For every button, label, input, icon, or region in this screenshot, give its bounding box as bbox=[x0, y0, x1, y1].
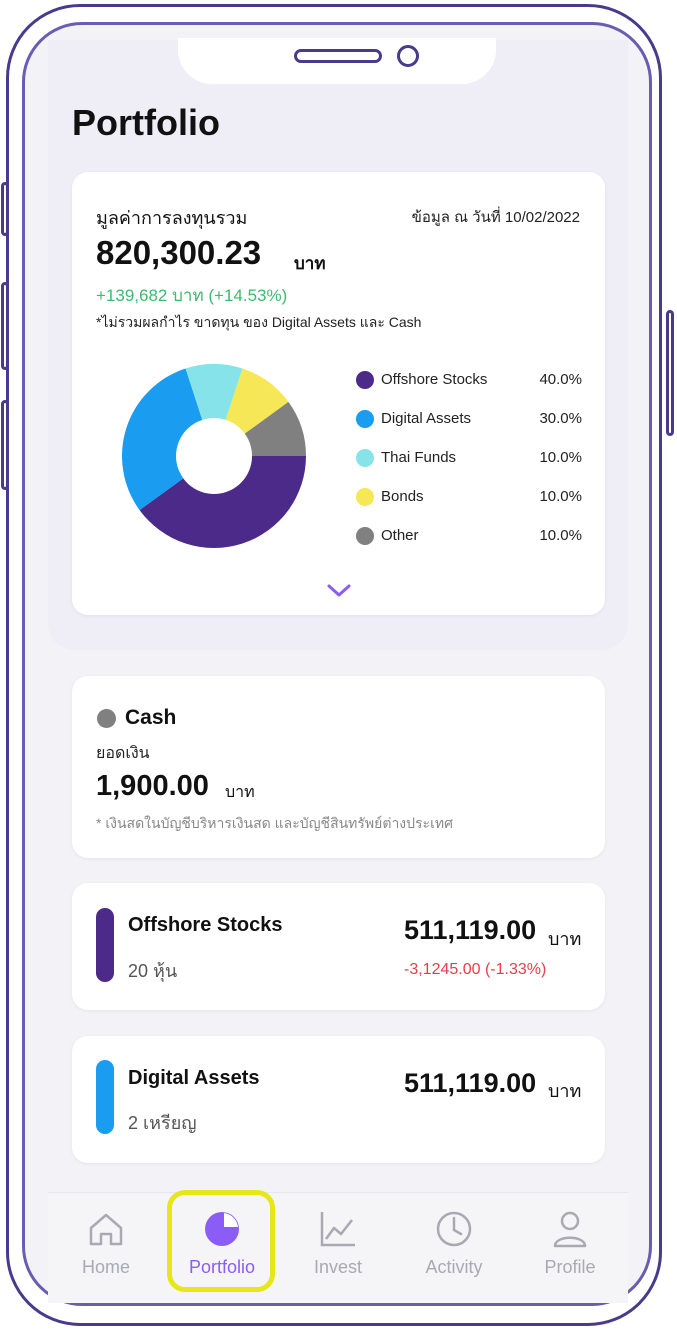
home-icon bbox=[89, 1213, 123, 1246]
legend-swatch bbox=[356, 449, 374, 467]
total-label: มูลค่าการลงทุนรวม bbox=[96, 208, 248, 228]
nav-profile[interactable]: Profile bbox=[512, 1193, 628, 1293]
total-unit: บาท bbox=[294, 254, 326, 273]
legend-label: Digital Assets bbox=[381, 410, 472, 427]
holding-card-digital-assets[interactable] bbox=[72, 1036, 605, 1163]
holding-unit: บาท bbox=[548, 929, 582, 949]
holding-name: Offshore Stocks bbox=[128, 914, 283, 936]
legend-value: 10.0% bbox=[539, 449, 582, 466]
data-date: ข้อมูล ณ วันที่ 10/02/2022 bbox=[411, 209, 580, 226]
nav-label: Home bbox=[81, 1257, 130, 1277]
nav-label: Activity bbox=[425, 1257, 483, 1277]
legend-item: Other 10.0% bbox=[356, 525, 582, 547]
cash-dot-icon bbox=[97, 709, 116, 728]
holding-name: Digital Assets bbox=[128, 1067, 260, 1089]
total-value: 820,300.23 bbox=[96, 234, 262, 271]
legend-label: Thai Funds bbox=[381, 449, 457, 466]
nav-home[interactable]: Home bbox=[48, 1193, 164, 1293]
speaker-icon bbox=[294, 49, 382, 63]
legend-item: Bonds 10.0% bbox=[356, 486, 582, 508]
side-button bbox=[666, 310, 674, 436]
nav-label: Profile bbox=[544, 1257, 596, 1277]
cash-amount: 1,900.00 bbox=[96, 770, 209, 802]
legend-swatch bbox=[356, 527, 374, 545]
side-button bbox=[1, 282, 9, 370]
holding-count: 2 เหรียญ bbox=[128, 1113, 197, 1133]
holding-count: 20 หุ้น bbox=[128, 961, 178, 981]
camera-icon bbox=[397, 45, 419, 67]
cash-unit: บาท bbox=[225, 784, 255, 801]
holding-amount: 511,119.00 bbox=[404, 1068, 537, 1098]
cash-title: Cash bbox=[125, 706, 177, 729]
holding-color-bar bbox=[96, 1060, 114, 1134]
line-chart-icon bbox=[320, 1212, 355, 1247]
cash-label: ยอดเงิน bbox=[96, 745, 150, 762]
total-change: +139,682 บาท (+14.53%) bbox=[96, 286, 288, 305]
legend-swatch bbox=[356, 488, 374, 506]
holding-unit: บาท bbox=[548, 1081, 582, 1101]
legend-item: Thai Funds 10.0% bbox=[356, 447, 582, 469]
bottom-nav: Home Portfolio Invest Activity Profile bbox=[48, 1192, 628, 1303]
user-icon bbox=[553, 1211, 587, 1248]
legend-label: Other bbox=[381, 527, 419, 544]
nav-activity[interactable]: Activity bbox=[396, 1193, 512, 1293]
legend-swatch bbox=[356, 410, 374, 428]
portfolio-tab-highlight bbox=[167, 1190, 275, 1292]
legend-value: 10.0% bbox=[539, 488, 582, 505]
side-button bbox=[1, 400, 9, 490]
total-note: *ไม่รวมผลกำไร ขาดทุน ของ Digital Assets … bbox=[96, 314, 422, 330]
legend-label: Bonds bbox=[381, 488, 424, 505]
holding-card-offshore-stocks[interactable] bbox=[72, 883, 605, 1010]
holding-change: -3,1245.00 (-1.33%) bbox=[404, 961, 547, 978]
holding-amount: 511,119.00 bbox=[404, 915, 537, 945]
legend-item: Digital Assets 30.0% bbox=[356, 408, 582, 430]
page-title: Portfolio bbox=[72, 102, 220, 143]
cash-note: * เงินสดในบัญชีบริหารเงินสด และบัญชีสินท… bbox=[96, 815, 453, 831]
side-button bbox=[1, 182, 9, 236]
holding-color-bar bbox=[96, 908, 114, 982]
clock-icon bbox=[436, 1211, 472, 1247]
allocation-donut-chart bbox=[122, 364, 306, 548]
legend-value: 30.0% bbox=[539, 410, 582, 427]
legend-item: Offshore Stocks 40.0% bbox=[356, 369, 582, 391]
nav-label: Invest bbox=[313, 1257, 363, 1277]
legend-value: 40.0% bbox=[539, 371, 582, 388]
legend-label: Offshore Stocks bbox=[381, 371, 488, 388]
nav-invest[interactable]: Invest bbox=[280, 1193, 396, 1293]
chevron-down-icon[interactable] bbox=[326, 583, 352, 599]
legend-swatch bbox=[356, 371, 374, 389]
legend-value: 10.0% bbox=[539, 527, 582, 544]
